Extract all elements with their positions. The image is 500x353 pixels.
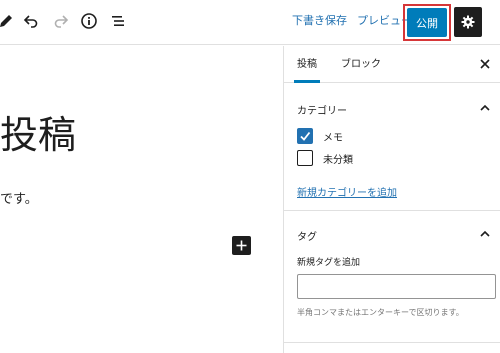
category-item-uncategorized[interactable]: 未分類: [297, 150, 353, 166]
list-view-icon[interactable]: [106, 9, 130, 33]
tab-post[interactable]: 投稿: [294, 46, 320, 83]
add-tag-input[interactable]: [297, 274, 496, 299]
settings-button[interactable]: [454, 7, 482, 37]
block-inserter-button[interactable]: [232, 236, 251, 255]
tag-help-text: 半角コンマまたはエンターキーで区切ります。: [297, 308, 464, 317]
tags-title: タグ: [297, 232, 317, 243]
pencil-icon[interactable]: [0, 9, 18, 33]
publish-button[interactable]: 公開: [407, 8, 447, 37]
gear-icon: [461, 15, 475, 29]
category-checkbox-memo[interactable]: [297, 128, 313, 144]
checkmark-icon: [300, 131, 311, 141]
category-label: メモ: [323, 132, 343, 144]
panel-divider: [284, 210, 500, 211]
undo-icon[interactable]: [19, 9, 43, 33]
categories-title: カテゴリー: [297, 106, 347, 117]
panel-divider: [284, 342, 500, 343]
editor-canvas[interactable]: 投稿 です。: [0, 46, 283, 353]
category-checkbox-uncategorized[interactable]: [297, 150, 313, 166]
paragraph-block[interactable]: です。: [0, 191, 38, 209]
editor-toolbar: 下書き保存 プレビュー 公開: [0, 0, 500, 45]
redo-icon[interactable]: [49, 9, 73, 33]
categories-panel-header[interactable]: カテゴリー: [284, 92, 500, 126]
chevron-up-icon: [480, 230, 490, 237]
info-icon[interactable]: [77, 9, 101, 33]
add-tag-label: 新規タグを追加: [297, 258, 361, 268]
plus-icon: [236, 240, 247, 251]
settings-sidebar: 投稿 ブロック カテゴリー メモ 未分類 新規カテゴリーを追加 タグ 新規タグを…: [283, 46, 500, 353]
save-draft-button[interactable]: 下書き保存: [292, 13, 347, 29]
tab-block[interactable]: ブロック: [341, 46, 381, 83]
tags-panel-header[interactable]: タグ: [284, 218, 500, 252]
add-new-category-link[interactable]: 新規カテゴリーを追加: [297, 184, 397, 199]
category-item-memo[interactable]: メモ: [297, 128, 343, 144]
close-icon[interactable]: [477, 56, 493, 72]
post-title[interactable]: 投稿: [0, 112, 76, 158]
chevron-up-icon: [480, 104, 490, 111]
category-label: 未分類: [323, 154, 353, 166]
sidebar-tabs: 投稿 ブロック: [284, 46, 500, 83]
